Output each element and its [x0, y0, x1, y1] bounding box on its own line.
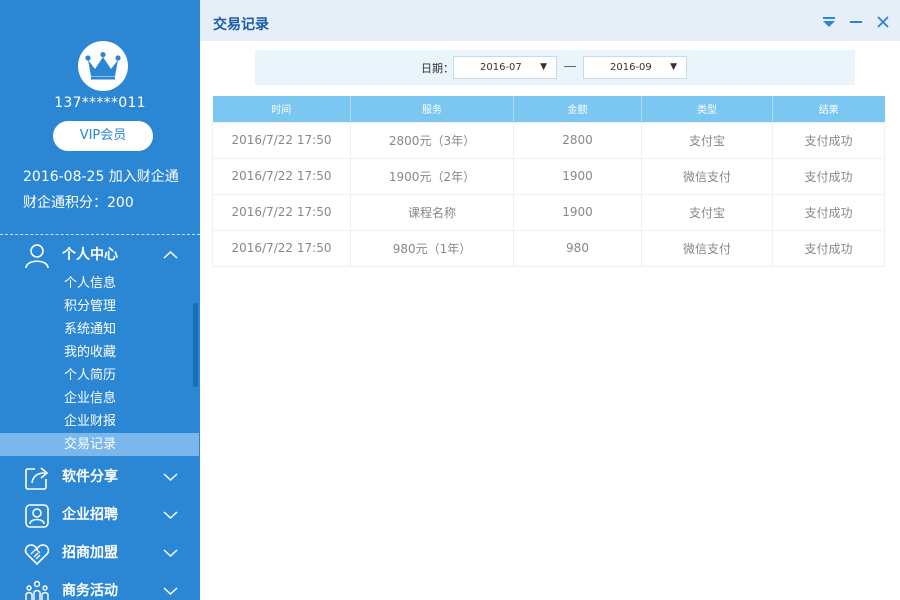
nav-recruitment[interactable]: 企业招聘 — [0, 497, 200, 533]
nav-franchise[interactable]: 招商加盟 — [0, 535, 200, 571]
nav-personal-center[interactable]: 个人中心 — [0, 237, 200, 273]
cell-amount: 980 — [513, 229, 642, 267]
sidebar-item-transaction-records[interactable]: 交易记录 — [0, 433, 199, 456]
join-date-text: 2016-08-25 加入财企通 — [23, 169, 179, 185]
close-icon[interactable] — [875, 14, 891, 30]
crown-icon — [85, 52, 121, 80]
cell-type: 微信支付 — [641, 157, 773, 195]
column-header-amount: 金额 — [513, 96, 642, 122]
column-header-service: 服务 — [350, 96, 514, 122]
chevron-down-icon[interactable] — [163, 547, 178, 559]
cell-service: 1900元（2年） — [350, 157, 514, 195]
table-header-row: 时间 服务 金额 类型 结果 — [212, 96, 885, 122]
user-icon — [25, 244, 49, 269]
sidebar-divider — [0, 234, 200, 235]
vip-member-button[interactable]: VIP会员 — [53, 121, 153, 151]
sidebar-item-personal-info[interactable]: 个人信息 — [0, 272, 199, 295]
cell-result: 支付成功 — [772, 193, 885, 231]
cell-time: 2016/7/22 17:50 — [212, 121, 351, 159]
end-date-select[interactable]: 2016-09 ▼ — [583, 56, 687, 79]
nav-business-activity[interactable]: 商务活动 — [0, 573, 200, 600]
cell-amount: 1900 — [513, 193, 642, 231]
table-row[interactable]: 2016/7/22 17:50 2800元（3年） 2800 支付宝 支付成功 — [212, 121, 885, 159]
table-row[interactable]: 2016/7/22 17:50 1900元（2年） 1900 微信支付 支付成功 — [212, 157, 885, 195]
cell-result: 支付成功 — [772, 121, 885, 159]
points-text: 财企通积分：200 — [23, 195, 134, 211]
cell-service: 课程名称 — [350, 193, 514, 231]
cell-time: 2016/7/22 17:50 — [212, 157, 351, 195]
chevron-up-icon[interactable] — [163, 249, 178, 261]
cell-time: 2016/7/22 17:50 — [212, 193, 351, 231]
column-header-type: 类型 — [641, 96, 773, 122]
page-title: 交易记录 — [213, 17, 269, 33]
sidebar-item-points-management[interactable]: 积分管理 — [0, 295, 199, 318]
cell-result: 支付成功 — [772, 229, 885, 267]
table-row[interactable]: 2016/7/22 17:50 课程名称 1900 支付宝 支付成功 — [212, 193, 885, 231]
sidebar-item-financial-report[interactable]: 企业财报 — [0, 410, 199, 433]
chevron-down-icon: ▼ — [540, 62, 547, 72]
nav-personal-center-label: 个人中心 — [62, 247, 118, 263]
transaction-table: 时间 服务 金额 类型 结果 2016/7/22 17:50 2800元（3年）… — [212, 96, 885, 267]
nav-software-share[interactable]: 软件分享 — [0, 459, 200, 495]
cell-amount: 1900 — [513, 157, 642, 195]
sidebar-item-company-info[interactable]: 企业信息 — [0, 387, 199, 410]
column-header-result: 结果 — [772, 96, 885, 122]
title-bar: 交易记录 — [200, 0, 900, 41]
chevron-down-icon[interactable] — [163, 471, 178, 483]
cell-service: 2800元（3年） — [350, 121, 514, 159]
start-date-select[interactable]: 2016-07 ▼ — [453, 56, 557, 79]
nav-software-share-label: 软件分享 — [62, 469, 118, 485]
sidebar-scrollbar[interactable] — [193, 303, 198, 387]
nav-recruitment-label: 企业招聘 — [62, 507, 118, 523]
end-date-value: 2016-09 — [610, 62, 652, 73]
cell-result: 支付成功 — [772, 157, 885, 195]
table-row[interactable]: 2016/7/22 17:50 980元（1年） 980 微信支付 支付成功 — [212, 229, 885, 267]
chevron-down-icon: ▼ — [670, 62, 677, 72]
date-range-separator — [564, 66, 576, 67]
username: 137*****011 — [54, 95, 146, 111]
sidebar-item-system-notice[interactable]: 系统通知 — [0, 318, 199, 341]
cell-type: 支付宝 — [641, 121, 773, 159]
nav-franchise-label: 招商加盟 — [62, 545, 118, 561]
sidebar-item-resume[interactable]: 个人简历 — [0, 364, 199, 387]
dropdown-menu-icon[interactable] — [821, 14, 837, 30]
cell-type: 支付宝 — [641, 193, 773, 231]
nav-business-activity-label: 商务活动 — [62, 583, 118, 599]
chevron-down-icon[interactable] — [163, 509, 178, 521]
cell-service: 980元（1年） — [350, 229, 514, 267]
cell-time: 2016/7/22 17:50 — [212, 229, 351, 267]
cell-type: 微信支付 — [641, 229, 773, 267]
chevron-down-icon[interactable] — [163, 585, 178, 597]
minimize-icon[interactable] — [848, 14, 864, 30]
sidebar: 137*****011 VIP会员 2016-08-25 加入财企通 财企通积分… — [0, 0, 200, 600]
share-icon — [25, 467, 49, 490]
cell-amount: 2800 — [513, 121, 642, 159]
start-date-value: 2016-07 — [480, 62, 522, 73]
date-filter-label: 日期： — [421, 62, 454, 75]
recruit-icon — [25, 504, 49, 528]
date-filter-bar: 日期： 2016-07 ▼ 2016-09 ▼ — [255, 50, 855, 85]
sidebar-item-my-favorites[interactable]: 我的收藏 — [0, 341, 199, 364]
avatar[interactable] — [78, 41, 128, 91]
column-header-time: 时间 — [212, 96, 351, 122]
handshake-icon — [24, 544, 50, 566]
people-group-icon — [25, 580, 49, 600]
